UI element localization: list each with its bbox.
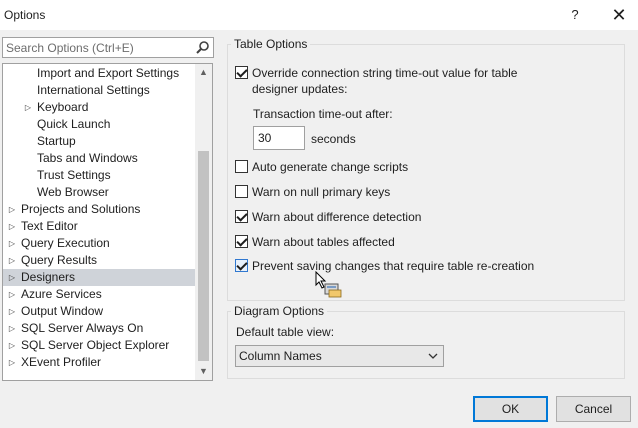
override-timeout-label-line2: designer updates: [252,82,348,96]
expand-arrow-icon[interactable]: ▷ [7,320,17,337]
expand-arrow-icon[interactable]: ▷ [23,99,33,116]
expand-arrow-icon[interactable]: ▷ [7,354,17,371]
warn-null-keys-checkbox[interactable] [235,185,248,198]
tree-item-label: Azure Services [21,287,102,301]
tree-item-label: Trust Settings [37,168,111,182]
tree-item[interactable]: ▷ XEvent Profiler [3,354,195,371]
tree-item[interactable]: ▷ Azure Services [3,286,195,303]
timeout-label: Transaction time-out after: [253,107,393,121]
warn-tables-affected-label: Warn about tables affected [252,235,395,249]
tree-item[interactable]: ▷ Query Execution [3,235,195,252]
tree-item-label: Output Window [21,304,104,318]
tree-item-label: Text Editor [21,219,78,233]
override-timeout-label-line1: Override connection string time-out valu… [252,66,518,80]
tree-item[interactable]: ▷ Query Results [3,252,195,269]
default-view-label: Default table view: [236,325,335,339]
warn-null-keys-label: Warn on null primary keys [252,185,391,199]
options-tree[interactable]: Import and Export Settings International … [2,63,213,381]
tree-item-label: XEvent Profiler [21,355,102,369]
tree-item[interactable]: Quick Launch [3,116,195,133]
default-view-select[interactable]: Column Names [235,345,444,367]
override-timeout-checkbox[interactable] [235,66,248,79]
tree-item-label: Query Results [21,253,98,267]
search-input[interactable] [3,38,193,57]
mouse-cursor-icon [315,271,342,298]
title-bar: Options ? ✕ [0,0,638,30]
tree-item[interactable]: Tabs and Windows [3,150,195,167]
close-button[interactable]: ✕ [606,2,632,28]
auto-generate-scripts-label: Auto generate change scripts [252,160,409,174]
tree-item[interactable]: ▷ SQL Server Object Explorer [3,337,195,354]
search-box[interactable] [2,37,214,58]
expand-arrow-icon[interactable]: ▷ [7,337,17,354]
expand-arrow-icon[interactable]: ▷ [7,303,17,320]
cancel-button[interactable]: Cancel [556,396,631,422]
default-view-value: Column Names [239,349,322,363]
warn-difference-checkbox[interactable] [235,210,248,223]
expand-arrow-icon[interactable]: ▷ [7,218,17,235]
scroll-down-arrow-icon[interactable]: ▼ [195,363,212,380]
tree-item-label: Web Browser [37,185,109,199]
tree-item-label: Tabs and Windows [37,151,138,165]
warn-difference-label: Warn about difference detection [252,210,422,224]
tree-item[interactable]: Trust Settings [3,167,195,184]
expand-arrow-icon[interactable]: ▷ [7,235,17,252]
tree-item-label: SQL Server Always On [21,321,144,335]
tree-item-label: International Settings [37,83,150,97]
chevron-down-icon [428,353,438,359]
ok-button[interactable]: OK [473,396,548,422]
tree-item[interactable]: Startup [3,133,195,150]
tree-item[interactable]: ▷ Projects and Solutions [3,201,195,218]
expand-arrow-icon[interactable]: ▷ [7,201,17,218]
prevent-saving-label: Prevent saving changes that require tabl… [252,259,535,273]
scroll-thumb[interactable] [198,151,209,361]
auto-generate-scripts-checkbox[interactable] [235,160,248,173]
tree-item-label: Designers [21,270,76,284]
diagram-options-title: Diagram Options [231,304,328,318]
tree-item[interactable]: Web Browser [3,184,195,201]
prevent-saving-checkbox[interactable] [235,259,248,272]
expand-arrow-icon[interactable]: ▷ [7,252,17,269]
tree-list: Import and Export Settings International … [3,65,195,371]
tree-scrollbar[interactable]: ▲ ▼ [195,64,212,380]
help-button[interactable]: ? [562,2,588,28]
window-title: Options [4,8,46,22]
tree-item[interactable]: ▷ SQL Server Always On [3,320,195,337]
expand-arrow-icon[interactable]: ▷ [7,269,17,286]
tree-item-label: Quick Launch [37,117,111,131]
tree-item[interactable]: ▷ Text Editor [3,218,195,235]
tree-item[interactable]: Import and Export Settings [3,65,195,82]
timeout-input[interactable] [253,126,305,150]
tree-item-label: Projects and Solutions [21,202,141,216]
tree-item-label: Startup [37,134,76,148]
timeout-unit-label: seconds [311,132,356,146]
tree-item[interactable]: ▷ Output Window [3,303,195,320]
tree-item-label: Query Execution [21,236,110,250]
tree-item[interactable]: ▷ Keyboard [3,99,195,116]
expand-arrow-icon[interactable]: ▷ [7,286,17,303]
tree-item-label: Import and Export Settings [37,66,180,80]
tree-item-label: Keyboard [37,100,89,114]
search-icon[interactable] [195,40,210,55]
tree-item-label: SQL Server Object Explorer [21,338,170,352]
warn-tables-affected-checkbox[interactable] [235,235,248,248]
tree-item[interactable]: ▷ Designers [3,269,195,286]
table-options-title: Table Options [231,37,311,51]
scroll-up-arrow-icon[interactable]: ▲ [195,64,212,81]
tree-item[interactable]: International Settings [3,82,195,99]
